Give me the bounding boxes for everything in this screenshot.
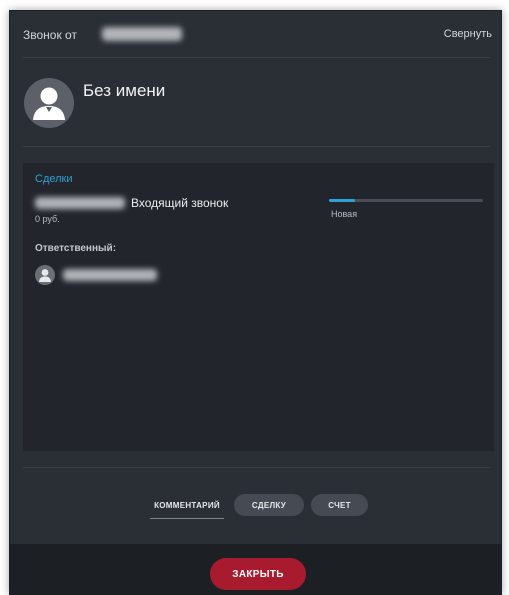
- footer-bar: ЗАКРЫТЬ: [10, 544, 501, 594]
- user-icon: [33, 87, 65, 120]
- close-button[interactable]: ЗАКРЫТЬ: [210, 558, 306, 590]
- tab-invoice[interactable]: СЧЕТ: [311, 494, 368, 516]
- tab-deal[interactable]: СДЕЛКУ: [234, 494, 304, 516]
- deals-panel: Сделки Входящий звонок 0 руб. Новая Отве…: [23, 163, 494, 451]
- deal-stage-progress-fill: [329, 199, 356, 202]
- deal-stage-label: Новая: [331, 209, 358, 219]
- contact-avatar: [24, 78, 74, 128]
- responsible-name-redacted[interactable]: [63, 269, 157, 281]
- deal-stage-progress: [329, 199, 483, 202]
- call-header: Звонок от Свернуть: [10, 11, 501, 57]
- call-card-window: Звонок от Свернуть Без имени Сделки Вход…: [9, 10, 502, 595]
- deal-id-redacted: [35, 197, 125, 209]
- tab-comment[interactable]: КОММЕНТАРИЙ: [148, 494, 226, 516]
- contact-divider: [23, 146, 490, 147]
- deal-title-link[interactable]: Входящий звонок: [131, 196, 228, 210]
- caller-number-redacted: [102, 27, 182, 41]
- tabs-divider: [23, 467, 490, 468]
- responsible-avatar: [35, 265, 55, 285]
- responsible-label: Ответственный:: [35, 243, 117, 254]
- deals-section-title: Сделки: [35, 173, 73, 185]
- action-tabs: КОММЕНТАРИЙ СДЕЛКУ СЧЕТ: [10, 494, 501, 524]
- contact-name[interactable]: Без имени: [83, 81, 165, 101]
- call-title: Звонок от: [23, 28, 77, 42]
- deal-amount: 0 руб.: [35, 214, 60, 224]
- collapse-button[interactable]: Свернуть: [444, 28, 492, 40]
- user-icon: [39, 269, 51, 282]
- tab-comment-active-underline: [150, 518, 224, 519]
- header-divider: [23, 57, 490, 58]
